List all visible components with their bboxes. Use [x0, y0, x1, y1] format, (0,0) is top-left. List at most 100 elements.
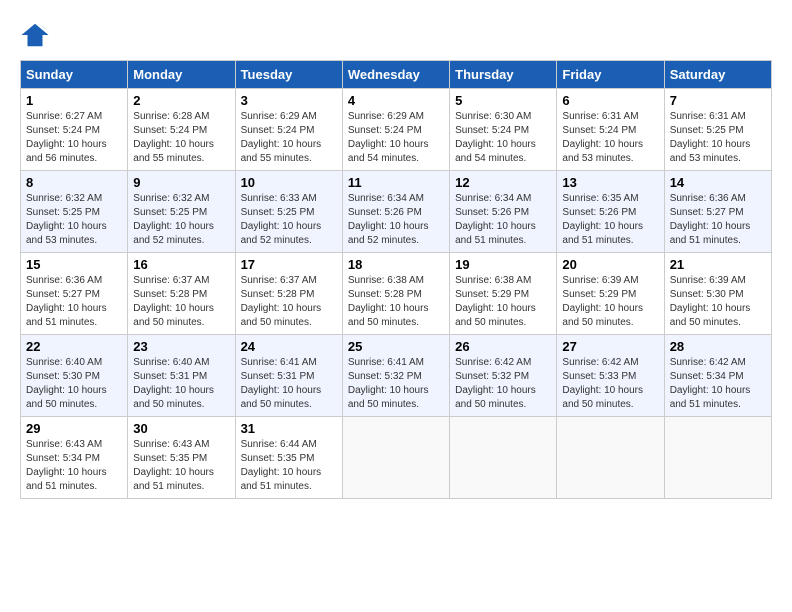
day-content: Sunrise: 6:36 AM Sunset: 5:27 PM Dayligh…: [670, 192, 766, 248]
calendar-cell: 31 Sunrise: 6:44 AM Sunset: 5:35 PM Dayl…: [235, 417, 342, 499]
calendar-cell: 22 Sunrise: 6:40 AM Sunset: 5:30 PM Dayl…: [21, 335, 128, 417]
calendar-cell: 13 Sunrise: 6:35 AM Sunset: 5:26 PM Dayl…: [557, 171, 664, 253]
weekday-header-friday: Friday: [557, 61, 664, 89]
calendar-cell: 20 Sunrise: 6:39 AM Sunset: 5:29 PM Dayl…: [557, 253, 664, 335]
day-number: 11: [348, 175, 444, 190]
day-number: 19: [455, 257, 551, 272]
day-number: 22: [26, 339, 122, 354]
day-content: Sunrise: 6:28 AM Sunset: 5:24 PM Dayligh…: [133, 110, 229, 166]
day-content: Sunrise: 6:34 AM Sunset: 5:26 PM Dayligh…: [348, 192, 444, 248]
logo: [20, 20, 54, 50]
day-content: Sunrise: 6:40 AM Sunset: 5:31 PM Dayligh…: [133, 356, 229, 412]
day-content: Sunrise: 6:27 AM Sunset: 5:24 PM Dayligh…: [26, 110, 122, 166]
calendar-cell: 9 Sunrise: 6:32 AM Sunset: 5:25 PM Dayli…: [128, 171, 235, 253]
day-number: 26: [455, 339, 551, 354]
day-number: 29: [26, 421, 122, 436]
day-content: Sunrise: 6:42 AM Sunset: 5:34 PM Dayligh…: [670, 356, 766, 412]
calendar-cell: 15 Sunrise: 6:36 AM Sunset: 5:27 PM Dayl…: [21, 253, 128, 335]
day-number: 25: [348, 339, 444, 354]
day-content: Sunrise: 6:30 AM Sunset: 5:24 PM Dayligh…: [455, 110, 551, 166]
day-content: Sunrise: 6:41 AM Sunset: 5:31 PM Dayligh…: [241, 356, 337, 412]
day-number: 21: [670, 257, 766, 272]
day-number: 4: [348, 93, 444, 108]
day-content: Sunrise: 6:39 AM Sunset: 5:30 PM Dayligh…: [670, 274, 766, 330]
day-content: Sunrise: 6:38 AM Sunset: 5:29 PM Dayligh…: [455, 274, 551, 330]
calendar-cell: 10 Sunrise: 6:33 AM Sunset: 5:25 PM Dayl…: [235, 171, 342, 253]
day-content: Sunrise: 6:44 AM Sunset: 5:35 PM Dayligh…: [241, 438, 337, 494]
day-number: 9: [133, 175, 229, 190]
calendar-cell: 7 Sunrise: 6:31 AM Sunset: 5:25 PM Dayli…: [664, 89, 771, 171]
calendar-cell: 23 Sunrise: 6:40 AM Sunset: 5:31 PM Dayl…: [128, 335, 235, 417]
day-content: Sunrise: 6:43 AM Sunset: 5:34 PM Dayligh…: [26, 438, 122, 494]
day-number: 15: [26, 257, 122, 272]
day-number: 2: [133, 93, 229, 108]
day-content: Sunrise: 6:39 AM Sunset: 5:29 PM Dayligh…: [562, 274, 658, 330]
calendar-cell: [664, 417, 771, 499]
day-number: 14: [670, 175, 766, 190]
calendar-cell: 29 Sunrise: 6:43 AM Sunset: 5:34 PM Dayl…: [21, 417, 128, 499]
calendar-week-row: 1 Sunrise: 6:27 AM Sunset: 5:24 PM Dayli…: [21, 89, 772, 171]
day-content: Sunrise: 6:36 AM Sunset: 5:27 PM Dayligh…: [26, 274, 122, 330]
day-content: Sunrise: 6:29 AM Sunset: 5:24 PM Dayligh…: [241, 110, 337, 166]
calendar-week-row: 8 Sunrise: 6:32 AM Sunset: 5:25 PM Dayli…: [21, 171, 772, 253]
calendar-cell: 4 Sunrise: 6:29 AM Sunset: 5:24 PM Dayli…: [342, 89, 449, 171]
day-content: Sunrise: 6:29 AM Sunset: 5:24 PM Dayligh…: [348, 110, 444, 166]
calendar-cell: 2 Sunrise: 6:28 AM Sunset: 5:24 PM Dayli…: [128, 89, 235, 171]
calendar-cell: [450, 417, 557, 499]
calendar-cell: 27 Sunrise: 6:42 AM Sunset: 5:33 PM Dayl…: [557, 335, 664, 417]
day-number: 12: [455, 175, 551, 190]
day-number: 30: [133, 421, 229, 436]
weekday-header-thursday: Thursday: [450, 61, 557, 89]
calendar-cell: 16 Sunrise: 6:37 AM Sunset: 5:28 PM Dayl…: [128, 253, 235, 335]
day-content: Sunrise: 6:40 AM Sunset: 5:30 PM Dayligh…: [26, 356, 122, 412]
weekday-header-saturday: Saturday: [664, 61, 771, 89]
calendar-table: SundayMondayTuesdayWednesdayThursdayFrid…: [20, 60, 772, 499]
day-content: Sunrise: 6:31 AM Sunset: 5:24 PM Dayligh…: [562, 110, 658, 166]
day-content: Sunrise: 6:33 AM Sunset: 5:25 PM Dayligh…: [241, 192, 337, 248]
calendar-cell: 24 Sunrise: 6:41 AM Sunset: 5:31 PM Dayl…: [235, 335, 342, 417]
day-number: 8: [26, 175, 122, 190]
calendar-week-row: 22 Sunrise: 6:40 AM Sunset: 5:30 PM Dayl…: [21, 335, 772, 417]
day-content: Sunrise: 6:32 AM Sunset: 5:25 PM Dayligh…: [26, 192, 122, 248]
calendar-header-row: SundayMondayTuesdayWednesdayThursdayFrid…: [21, 61, 772, 89]
calendar-cell: 18 Sunrise: 6:38 AM Sunset: 5:28 PM Dayl…: [342, 253, 449, 335]
weekday-header-wednesday: Wednesday: [342, 61, 449, 89]
day-content: Sunrise: 6:42 AM Sunset: 5:32 PM Dayligh…: [455, 356, 551, 412]
weekday-header-tuesday: Tuesday: [235, 61, 342, 89]
calendar-cell: 25 Sunrise: 6:41 AM Sunset: 5:32 PM Dayl…: [342, 335, 449, 417]
calendar-cell: 14 Sunrise: 6:36 AM Sunset: 5:27 PM Dayl…: [664, 171, 771, 253]
day-content: Sunrise: 6:38 AM Sunset: 5:28 PM Dayligh…: [348, 274, 444, 330]
calendar-cell: 28 Sunrise: 6:42 AM Sunset: 5:34 PM Dayl…: [664, 335, 771, 417]
calendar-cell: 26 Sunrise: 6:42 AM Sunset: 5:32 PM Dayl…: [450, 335, 557, 417]
day-number: 27: [562, 339, 658, 354]
day-number: 17: [241, 257, 337, 272]
day-number: 20: [562, 257, 658, 272]
page-header: [20, 20, 772, 50]
day-number: 31: [241, 421, 337, 436]
calendar-cell: 30 Sunrise: 6:43 AM Sunset: 5:35 PM Dayl…: [128, 417, 235, 499]
day-content: Sunrise: 6:35 AM Sunset: 5:26 PM Dayligh…: [562, 192, 658, 248]
day-content: Sunrise: 6:32 AM Sunset: 5:25 PM Dayligh…: [133, 192, 229, 248]
day-number: 3: [241, 93, 337, 108]
weekday-header-monday: Monday: [128, 61, 235, 89]
day-content: Sunrise: 6:42 AM Sunset: 5:33 PM Dayligh…: [562, 356, 658, 412]
day-number: 1: [26, 93, 122, 108]
day-content: Sunrise: 6:37 AM Sunset: 5:28 PM Dayligh…: [133, 274, 229, 330]
day-content: Sunrise: 6:31 AM Sunset: 5:25 PM Dayligh…: [670, 110, 766, 166]
day-content: Sunrise: 6:37 AM Sunset: 5:28 PM Dayligh…: [241, 274, 337, 330]
calendar-cell: 19 Sunrise: 6:38 AM Sunset: 5:29 PM Dayl…: [450, 253, 557, 335]
calendar-week-row: 15 Sunrise: 6:36 AM Sunset: 5:27 PM Dayl…: [21, 253, 772, 335]
day-number: 16: [133, 257, 229, 272]
calendar-cell: 21 Sunrise: 6:39 AM Sunset: 5:30 PM Dayl…: [664, 253, 771, 335]
calendar-cell: 12 Sunrise: 6:34 AM Sunset: 5:26 PM Dayl…: [450, 171, 557, 253]
day-number: 28: [670, 339, 766, 354]
calendar-cell: [342, 417, 449, 499]
calendar-cell: 5 Sunrise: 6:30 AM Sunset: 5:24 PM Dayli…: [450, 89, 557, 171]
day-number: 7: [670, 93, 766, 108]
calendar-cell: 1 Sunrise: 6:27 AM Sunset: 5:24 PM Dayli…: [21, 89, 128, 171]
day-number: 18: [348, 257, 444, 272]
calendar-cell: 6 Sunrise: 6:31 AM Sunset: 5:24 PM Dayli…: [557, 89, 664, 171]
calendar-cell: 17 Sunrise: 6:37 AM Sunset: 5:28 PM Dayl…: [235, 253, 342, 335]
weekday-header-sunday: Sunday: [21, 61, 128, 89]
day-content: Sunrise: 6:34 AM Sunset: 5:26 PM Dayligh…: [455, 192, 551, 248]
